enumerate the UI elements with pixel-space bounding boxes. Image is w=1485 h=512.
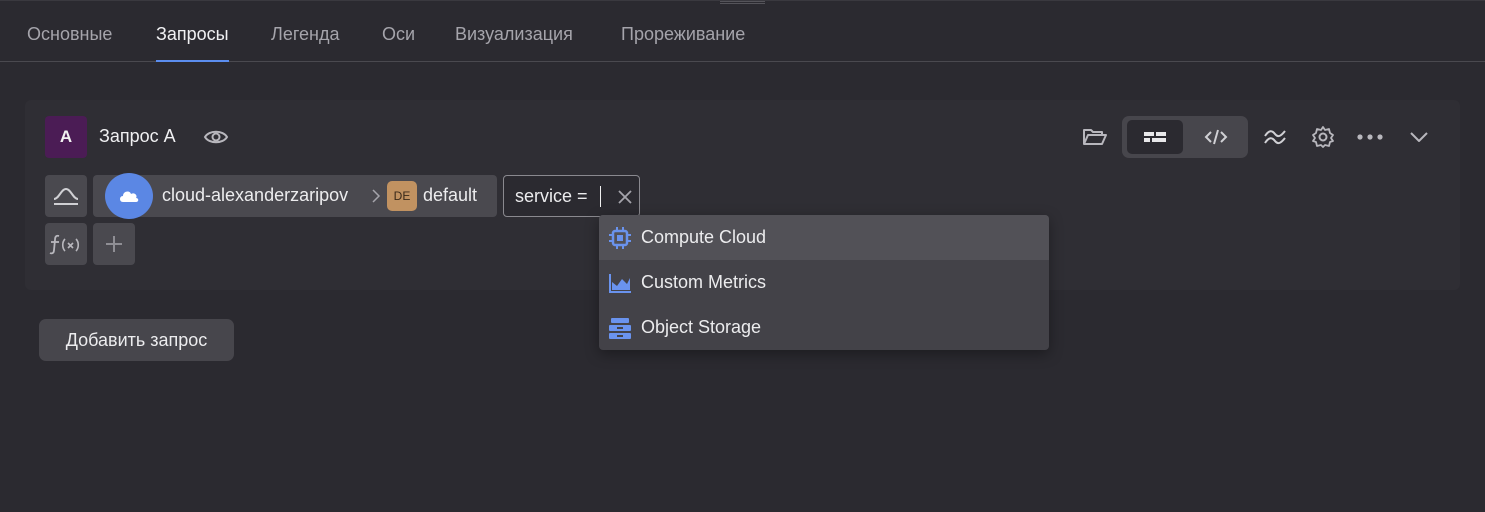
plus-icon (106, 236, 122, 252)
eye-icon[interactable] (203, 125, 229, 149)
visual-mode-button[interactable] (1127, 120, 1183, 154)
tab-legend[interactable]: Легенда (271, 24, 339, 62)
editor-mode-toggle (1122, 116, 1248, 158)
query-badge: A (45, 116, 87, 158)
add-query-button[interactable]: Добавить запрос (39, 319, 234, 361)
close-icon[interactable] (617, 189, 633, 205)
tab-queries[interactable]: Запросы (156, 24, 229, 62)
line-chart-icon (53, 187, 79, 205)
chevron-down-icon[interactable] (1409, 130, 1429, 144)
dropdown-item-label: Custom Metrics (641, 272, 767, 292)
approximate-icon[interactable] (1262, 125, 1288, 149)
chip-icon (607, 225, 633, 251)
folder-name: default (423, 185, 478, 205)
cloud-name: cloud-alexanderzaripov (162, 185, 349, 205)
dropdown-item-compute-cloud[interactable]: Compute Cloud (599, 215, 1049, 260)
tab-axes[interactable]: Оси (382, 24, 415, 62)
tab-downsampling[interactable]: Прореживание (621, 24, 745, 62)
code-mode-button[interactable] (1188, 120, 1244, 154)
add-function-button[interactable] (93, 223, 135, 265)
gear-icon[interactable] (1310, 124, 1336, 150)
function-icon (49, 234, 80, 255)
dropdown-item-label: Compute Cloud (641, 227, 767, 247)
function-button[interactable] (45, 223, 87, 265)
text-cursor (600, 186, 601, 207)
chevron-right-icon (372, 189, 381, 203)
area-chart-icon (607, 270, 633, 296)
dropdown-item-label: Object Storage (641, 317, 762, 337)
folder-badge: DE (387, 181, 417, 211)
query-type-button[interactable] (45, 175, 87, 217)
dropdown-item-custom-metrics[interactable]: Custom Metrics (599, 260, 1049, 305)
blocks-icon (1144, 132, 1166, 142)
cloud-icon (105, 173, 153, 219)
tab-bar: Основные Запросы Легенда Оси Визуализаци… (0, 0, 1485, 62)
source-selector[interactable]: cloud-alexanderzaripov DE default (93, 173, 497, 219)
dropdown-item-object-storage[interactable]: Object Storage (599, 305, 1049, 350)
filter-input[interactable]: service = (503, 175, 640, 217)
tab-visualization[interactable]: Визуализация (455, 24, 573, 62)
folder-icon[interactable] (1082, 125, 1108, 149)
query-title[interactable]: Запрос A (99, 126, 176, 147)
filter-text: service = (515, 186, 588, 206)
tab-basic[interactable]: Основные (27, 24, 112, 62)
code-icon (1204, 129, 1228, 145)
service-dropdown: Compute Cloud Custom Metrics Object Stor… (599, 215, 1049, 350)
storage-icon (607, 315, 633, 341)
more-icon[interactable] (1357, 130, 1383, 144)
